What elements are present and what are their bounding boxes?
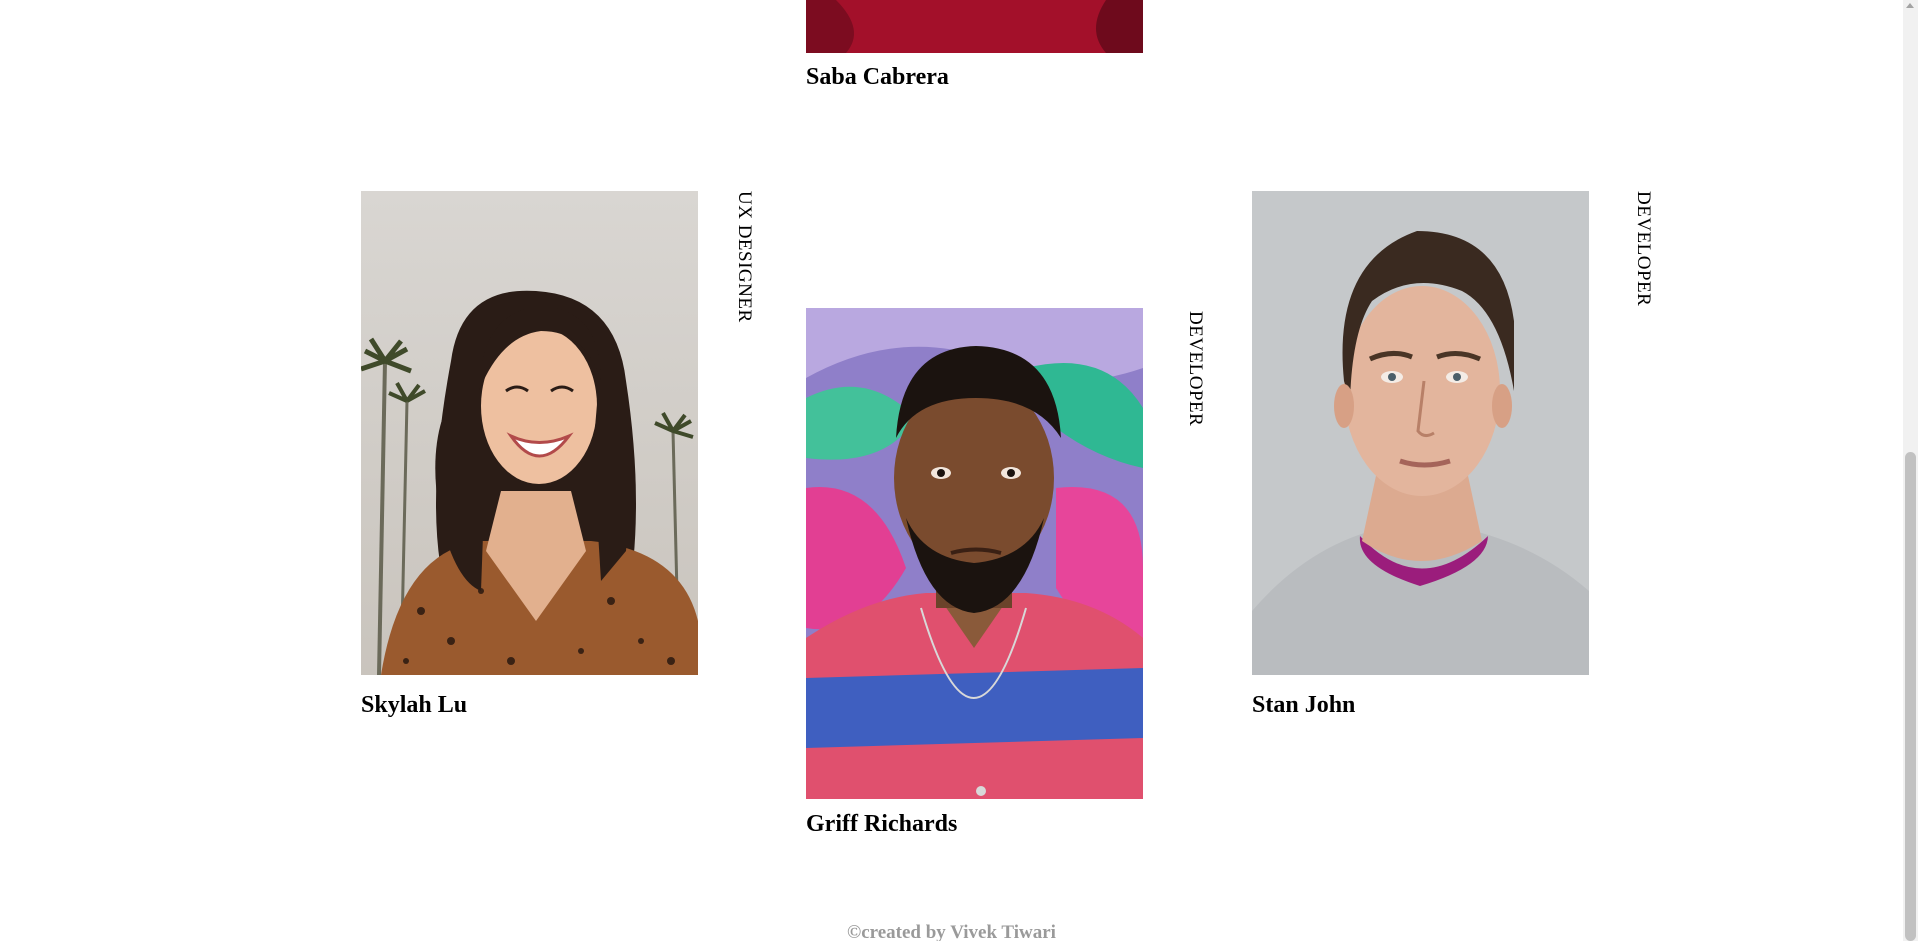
photo-skylah-lu bbox=[361, 191, 698, 675]
photo-saba-cabrera bbox=[806, 0, 1143, 53]
portrait-image bbox=[806, 0, 1143, 53]
portrait-image bbox=[1252, 191, 1589, 675]
scrollbar-thumb[interactable] bbox=[1905, 452, 1916, 941]
member-role: DEVELOPER bbox=[1185, 311, 1206, 427]
vertical-scrollbar[interactable] bbox=[1903, 0, 1918, 941]
photo-stan-john bbox=[1252, 191, 1589, 675]
team-card-saba-cabrera: Saba Cabrera bbox=[806, 0, 1146, 95]
member-name: Saba Cabrera bbox=[806, 64, 949, 90]
team-card-stan-john: DEVELOPER Stan John bbox=[1252, 191, 1654, 731]
team-card-skylah-lu: UX DESIGNER Skylah Lu bbox=[361, 191, 761, 731]
page: Saba Cabrera UX DESIGNER Skylah Lu DEVEL… bbox=[0, 0, 1918, 941]
footer-credit: ©created by Vivek Tiwari bbox=[847, 922, 1056, 941]
member-name: Stan John bbox=[1252, 692, 1356, 718]
portrait-image bbox=[806, 308, 1143, 799]
scroll-up-arrow-icon[interactable] bbox=[1906, 3, 1914, 8]
member-name: Skylah Lu bbox=[361, 692, 468, 718]
portrait-image bbox=[361, 191, 698, 675]
team-card-griff-richards: DEVELOPER Griff Richards bbox=[806, 308, 1206, 848]
member-role: DEVELOPER bbox=[1633, 191, 1654, 307]
member-name: Griff Richards bbox=[806, 811, 958, 837]
photo-griff-richards bbox=[806, 308, 1143, 799]
member-role: UX DESIGNER bbox=[734, 191, 755, 323]
